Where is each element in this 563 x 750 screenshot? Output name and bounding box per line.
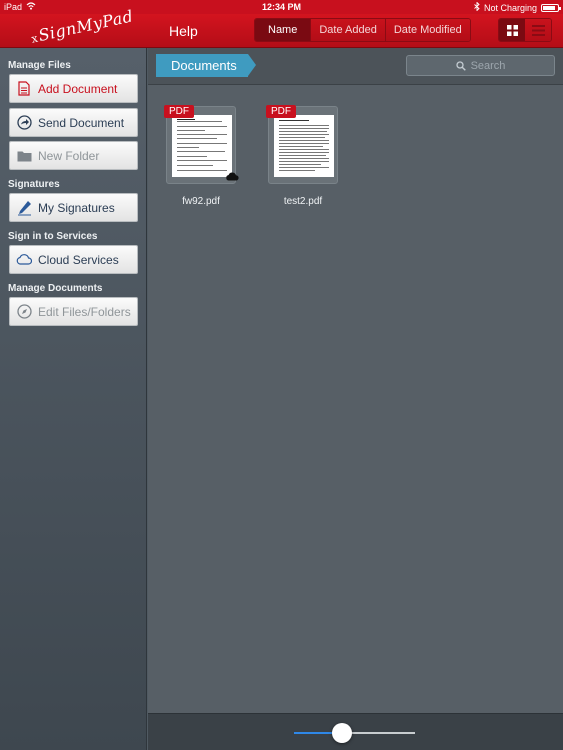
add-document-button[interactable]: Add Document	[9, 74, 138, 103]
send-document-button[interactable]: Send Document	[9, 108, 138, 137]
pdf-badge: PDF	[164, 105, 194, 118]
cloud-services-label: Cloud Services	[38, 252, 119, 267]
my-signatures-label: My Signatures	[38, 200, 115, 215]
grid-view-button[interactable]	[499, 19, 525, 41]
document-thumbnail[interactable]: PDF	[164, 105, 239, 186]
view-toggle	[498, 18, 552, 42]
status-bar: iPad 12:34 PM Not Charging	[0, 0, 563, 14]
list-view-button[interactable]	[525, 19, 551, 41]
sort-date-added-button[interactable]: Date Added	[311, 19, 386, 41]
help-button[interactable]: Help	[169, 23, 198, 39]
document-name: fw92.pdf	[182, 196, 220, 207]
edit-files-folders-label: Edit Files/Folders	[38, 304, 131, 319]
new-folder-button[interactable]: New Folder	[9, 141, 138, 170]
document-thumbnail[interactable]: PDF	[266, 105, 338, 184]
document-browser: Documents Search PDF fw92.pdf PDF test2.…	[148, 48, 563, 713]
sort-segmented-control: Name Date Added Date Modified	[254, 18, 471, 42]
sort-date-modified-button[interactable]: Date Modified	[385, 19, 470, 41]
breadcrumb-documents[interactable]: Documents	[156, 54, 256, 77]
bluetooth-icon	[474, 1, 480, 13]
section-title-manage-documents: Manage Documents	[8, 283, 103, 294]
list-icon	[531, 24, 545, 36]
document-preview	[274, 115, 334, 177]
search-placeholder: Search	[470, 59, 506, 72]
bottom-toolbar	[148, 713, 563, 750]
grid-icon	[506, 24, 518, 36]
send-document-label: Send Document	[38, 115, 125, 130]
cloud-services-button[interactable]: Cloud Services	[9, 245, 138, 274]
battery-icon	[541, 3, 561, 12]
search-field[interactable]: Search	[406, 55, 555, 76]
edit-files-folders-button[interactable]: Edit Files/Folders	[9, 297, 138, 326]
section-title-signatures: Signatures	[8, 179, 60, 190]
zoom-slider[interactable]	[294, 723, 415, 743]
document-item[interactable]: PDF test2.pdf	[266, 105, 338, 207]
compass-icon	[10, 304, 38, 319]
charging-status: Not Charging	[483, 2, 537, 13]
send-icon	[10, 115, 38, 130]
document-name: test2.pdf	[283, 196, 323, 207]
search-icon	[455, 60, 466, 71]
app-header: xSignMyPad Help Name Date Added Date Mod…	[0, 6, 563, 48]
add-document-icon	[10, 81, 38, 96]
pdf-badge: PDF	[266, 105, 296, 118]
sidebar: Manage Files Add Document Send Document …	[0, 48, 147, 750]
folder-icon	[10, 150, 38, 162]
section-title-sign-in: Sign in to Services	[8, 231, 98, 242]
add-document-label: Add Document	[38, 81, 118, 96]
my-signatures-button[interactable]: My Signatures	[9, 193, 138, 222]
zoom-slider-thumb[interactable]	[332, 723, 353, 743]
cloud-sync-icon	[225, 168, 239, 186]
document-item[interactable]: PDF fw92.pdf	[164, 105, 239, 207]
breadcrumb-bar: Documents Search	[148, 48, 563, 85]
pen-icon	[10, 200, 38, 216]
new-folder-label: New Folder	[38, 148, 100, 163]
section-title-manage-files: Manage Files	[8, 60, 71, 71]
document-preview	[172, 115, 232, 177]
sort-name-button[interactable]: Name	[255, 19, 312, 41]
cloud-icon	[10, 254, 38, 265]
